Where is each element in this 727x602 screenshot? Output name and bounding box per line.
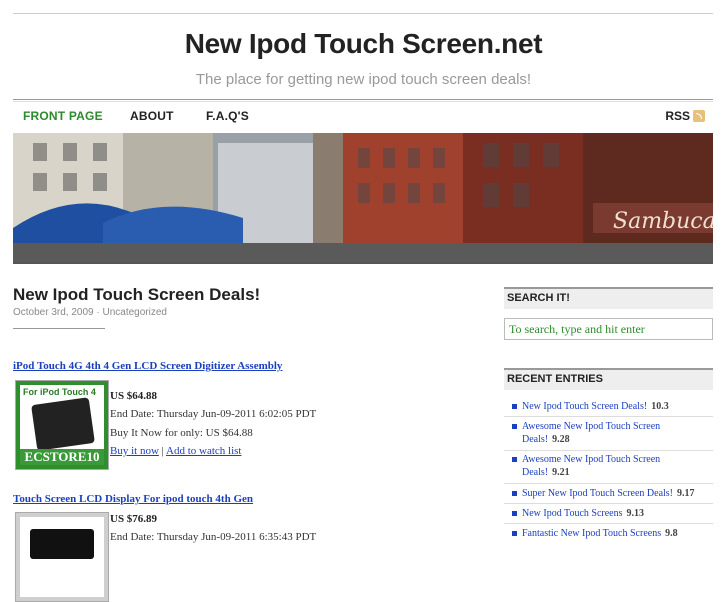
site-title[interactable]: New Ipod Touch Screen.net bbox=[0, 28, 727, 60]
thumbnail-frame: For iPod Touch 4 ECSTORE10 bbox=[20, 385, 104, 465]
display-image bbox=[30, 529, 94, 559]
rss-label: RSS bbox=[665, 109, 690, 123]
listing-end-date-1: End Date: Thursday Jun-09-2011 6:02:05 P… bbox=[110, 408, 317, 420]
bullet-icon bbox=[512, 511, 517, 516]
listing-actions-1: Buy it now | Add to watch list bbox=[110, 445, 241, 457]
nav-rule bbox=[13, 99, 713, 100]
entry-score: 9.28 bbox=[552, 434, 570, 445]
bullet-icon bbox=[512, 491, 517, 496]
listing-title-2[interactable]: Touch Screen LCD Display For ipod touch … bbox=[13, 493, 253, 505]
recent-entry-link[interactable]: Awesome New Ipod Touch Screen Deals! bbox=[522, 421, 660, 445]
street-scene-image: Sambuca bbox=[13, 133, 713, 262]
action-separator: | bbox=[158, 445, 167, 457]
listing-title-1[interactable]: iPod Touch 4G 4th 4 Gen LCD Screen Digit… bbox=[13, 360, 282, 372]
top-rule bbox=[13, 13, 713, 14]
recent-entries-heading: RECENT ENTRIES bbox=[504, 368, 713, 390]
listing-price-1: US $64.88 bbox=[110, 390, 158, 402]
post-divider bbox=[13, 328, 105, 329]
site-description: The place for getting new ipod touch scr… bbox=[195, 71, 532, 88]
thumbnail-caption: For iPod Touch 4 bbox=[23, 387, 96, 397]
bullet-icon bbox=[512, 457, 517, 462]
listing-buy-now-price-1: Buy It Now for only: US $64.88 bbox=[110, 427, 253, 439]
post-meta: October 3rd, 2009 · Uncategorized bbox=[13, 307, 167, 318]
buy-it-now-link[interactable]: Buy it now bbox=[110, 445, 159, 457]
add-to-watch-list-link[interactable]: Add to watch list bbox=[166, 445, 241, 457]
entry-divider bbox=[504, 450, 713, 451]
nav-faqs[interactable]: F.A.Q'S bbox=[206, 109, 249, 123]
bullet-icon bbox=[512, 424, 517, 429]
thumbnail-store-name: ECSTORE10 bbox=[20, 449, 104, 465]
entry-score: 9.13 bbox=[626, 508, 644, 519]
recent-entry-link[interactable]: Fantastic New Ipod Touch Screens bbox=[522, 528, 661, 539]
entry-score: 9.21 bbox=[552, 467, 570, 478]
thumbnail-frame bbox=[20, 517, 104, 597]
entry-score: 9.17 bbox=[677, 488, 695, 499]
nav-rule-secondary bbox=[13, 101, 713, 102]
rss-link[interactable]: RSS bbox=[665, 109, 705, 123]
listing-price-2: US $76.89 bbox=[110, 513, 158, 525]
listing-thumbnail-1[interactable]: For iPod Touch 4 ECSTORE10 bbox=[15, 380, 109, 470]
nav-about[interactable]: ABOUT bbox=[130, 109, 174, 123]
banner-rule bbox=[13, 262, 713, 264]
recent-entry-link[interactable]: New Ipod Touch Screen Deals! bbox=[522, 401, 647, 412]
bullet-icon bbox=[512, 531, 517, 536]
rss-icon bbox=[693, 110, 705, 122]
bullet-icon bbox=[512, 404, 517, 409]
listing-thumbnail-2[interactable] bbox=[15, 512, 109, 602]
header-banner: Sambuca bbox=[13, 133, 713, 262]
entry-divider bbox=[504, 523, 713, 524]
listing-end-date-2: End Date: Thursday Jun-09-2011 6:35:43 P… bbox=[110, 531, 317, 543]
entry-divider bbox=[504, 503, 713, 504]
nav-front-page[interactable]: FRONT PAGE bbox=[23, 109, 103, 123]
recent-entry-link[interactable]: Super New Ipod Touch Screen Deals! bbox=[522, 488, 673, 499]
ipod-screen-image bbox=[31, 397, 95, 451]
entry-divider bbox=[504, 483, 713, 484]
entry-score: 10.3 bbox=[651, 401, 669, 412]
post-title[interactable]: New Ipod Touch Screen Deals! bbox=[13, 285, 260, 305]
entry-divider bbox=[504, 416, 713, 417]
main-nav: FRONT PAGE ABOUT F.A.Q'S RSS bbox=[13, 103, 713, 130]
recent-heading-text: RECENT ENTRIES bbox=[507, 373, 603, 385]
entry-score: 9.8 bbox=[665, 528, 678, 539]
svg-text:Sambuca: Sambuca bbox=[613, 209, 713, 234]
recent-entry-link[interactable]: Awesome New Ipod Touch Screen Deals! bbox=[522, 454, 660, 478]
search-input[interactable] bbox=[504, 318, 713, 340]
recent-entry-link[interactable]: New Ipod Touch Screens bbox=[522, 508, 622, 519]
search-widget-heading: SEARCH IT! bbox=[504, 287, 713, 309]
search-heading-text: SEARCH IT! bbox=[507, 292, 570, 304]
